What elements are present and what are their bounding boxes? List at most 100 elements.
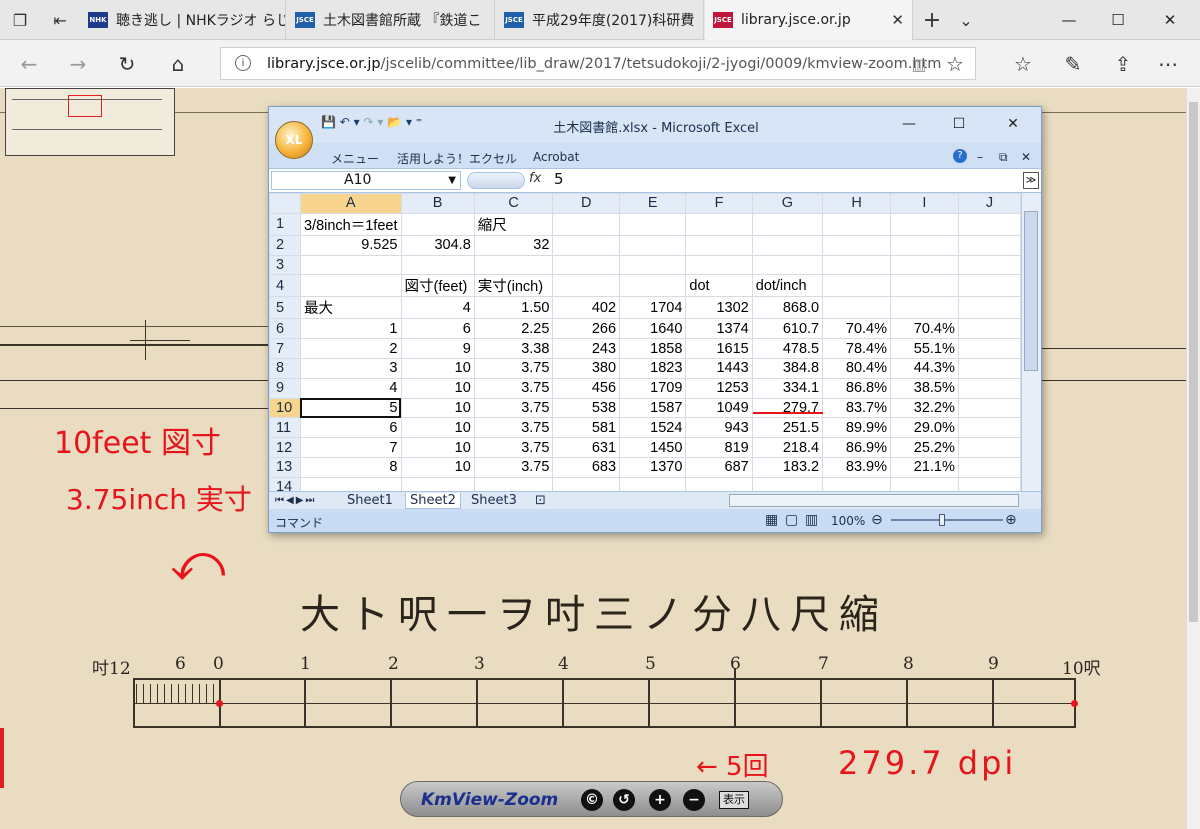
cell[interactable]: 3.38 [473, 338, 554, 359]
name-box-dropdown-icon[interactable]: ▼ [448, 172, 456, 189]
column-header-i[interactable]: I [890, 193, 959, 214]
cell[interactable]: 44.3% [890, 357, 959, 379]
cell[interactable]: 943 [685, 417, 753, 439]
cell[interactable] [619, 274, 687, 298]
column-header-h[interactable]: H [822, 193, 891, 214]
cell[interactable]: 1858 [619, 338, 687, 359]
cell[interactable] [299, 254, 402, 276]
cell[interactable] [473, 254, 554, 276]
row-header[interactable]: 14 [269, 476, 301, 491]
cell[interactable]: 10 [400, 377, 475, 399]
cell[interactable] [619, 254, 687, 276]
cell[interactable] [400, 476, 475, 491]
cell[interactable]: 89.9% [822, 417, 891, 439]
insert-function-icon[interactable]: fx [529, 171, 541, 186]
zoom-out-icon[interactable]: − [683, 789, 705, 811]
cell[interactable] [685, 254, 753, 276]
cell[interactable] [957, 357, 1021, 379]
cell[interactable]: 10 [400, 437, 475, 458]
cell[interactable]: 384.8 [751, 357, 824, 379]
sheet-nav-icon[interactable]: ⏮◀▶⏭ [271, 495, 320, 506]
cell[interactable] [957, 234, 1021, 256]
zoom-in-icon[interactable]: ⊕ [1005, 512, 1017, 528]
cell[interactable]: 581 [552, 417, 621, 439]
cell[interactable]: 243 [552, 338, 621, 359]
cell[interactable]: 610.7 [751, 318, 824, 340]
cell[interactable]: 402 [552, 296, 621, 320]
ribbon-restore-icon[interactable]: ⧉ [999, 150, 1008, 165]
cell[interactable] [751, 212, 824, 236]
cell[interactable]: 1253 [685, 377, 753, 399]
insert-sheet-icon[interactable]: ⊡ [531, 493, 550, 508]
cell[interactable]: 1049 [685, 397, 753, 419]
cell[interactable] [751, 476, 824, 491]
more-menu-icon[interactable]: ⋯ [1155, 51, 1181, 77]
cell[interactable]: 266 [552, 318, 621, 340]
normal-view-icon[interactable]: ▦ [765, 512, 778, 528]
tab-nhk[interactable]: NHK 聴き逃し | NHKラジオ らじる [80, 0, 286, 40]
row-header[interactable]: 1 [269, 212, 301, 236]
cell[interactable] [957, 296, 1021, 320]
cell[interactable] [957, 274, 1021, 298]
cell[interactable] [957, 437, 1021, 458]
page-scrollbar[interactable] [1186, 88, 1200, 829]
cell[interactable]: 3/8inch＝1feet [299, 212, 402, 236]
row-header[interactable]: 6 [269, 318, 301, 340]
home-icon[interactable]: ⌂ [165, 51, 191, 77]
cell[interactable]: 21.1% [890, 456, 959, 478]
column-header-g[interactable]: G [751, 193, 824, 214]
cell[interactable]: dot [685, 274, 753, 298]
web-note-icon[interactable]: ✎ [1060, 51, 1086, 77]
cell[interactable]: 218.4 [751, 437, 824, 458]
cell[interactable]: 38.5% [890, 377, 959, 399]
cell[interactable]: 縮尺 [473, 212, 554, 236]
cell[interactable] [473, 476, 554, 491]
row-header[interactable]: 11 [269, 417, 301, 439]
cell[interactable] [751, 234, 824, 256]
cell[interactable]: 10 [400, 456, 475, 478]
cell[interactable]: 4 [400, 296, 475, 320]
tab-library-active[interactable]: JSCE library.jsce.or.jp ✕ [705, 0, 913, 40]
cell[interactable]: 7 [299, 437, 402, 458]
cell[interactable] [299, 274, 402, 298]
column-header-j[interactable]: J [957, 193, 1021, 214]
zoom-slider-handle[interactable] [939, 514, 945, 526]
display-button[interactable]: 表示 [719, 791, 749, 809]
cell[interactable]: 2 [299, 338, 402, 359]
page-layout-icon[interactable]: ▢ [785, 512, 798, 528]
cell[interactable]: 図寸(feet) [400, 274, 475, 298]
cell[interactable]: 1704 [619, 296, 687, 320]
cell[interactable]: 実寸(inch) [473, 274, 554, 298]
excel-scroll-thumb[interactable] [1024, 211, 1038, 371]
cell[interactable]: 83.7% [822, 397, 891, 419]
cell[interactable]: 2.25 [473, 318, 554, 340]
cell[interactable] [400, 212, 475, 236]
cell[interactable]: 1450 [619, 437, 687, 458]
column-header-b[interactable]: B [400, 193, 475, 214]
cell[interactable]: 3.75 [473, 397, 554, 419]
close-window-icon[interactable]: ✕ [1155, 8, 1185, 32]
expand-formula-icon[interactable]: ≫ [1023, 172, 1039, 189]
cell[interactable] [751, 254, 824, 276]
menu-item[interactable]: 活用しよう！エクセル [397, 150, 517, 167]
cell[interactable] [957, 338, 1021, 359]
cell[interactable]: 1 [299, 318, 402, 340]
excel-maximize-icon[interactable]: ☐ [945, 113, 973, 135]
cell[interactable]: 6 [400, 318, 475, 340]
back-icon[interactable]: ← [16, 51, 42, 77]
tab-kakenhi[interactable]: JSCE 平成29年度(2017)科研費 [496, 0, 704, 40]
formula-bar-splitter[interactable] [467, 172, 525, 189]
cell[interactable]: 683 [552, 456, 621, 478]
minimize-icon[interactable]: — [1054, 8, 1084, 32]
reading-view-icon[interactable]: ▥ [906, 51, 932, 77]
row-header[interactable]: 10 [269, 397, 301, 419]
cell[interactable] [822, 476, 891, 491]
cell[interactable] [957, 377, 1021, 399]
cell[interactable]: 1374 [685, 318, 753, 340]
cell[interactable]: 1709 [619, 377, 687, 399]
tab-list-chevron-icon[interactable]: ⌄ [954, 8, 978, 32]
cell[interactable]: 1640 [619, 318, 687, 340]
cell[interactable] [552, 234, 621, 256]
cell[interactable] [619, 476, 687, 491]
cell[interactable]: 1823 [619, 357, 687, 379]
